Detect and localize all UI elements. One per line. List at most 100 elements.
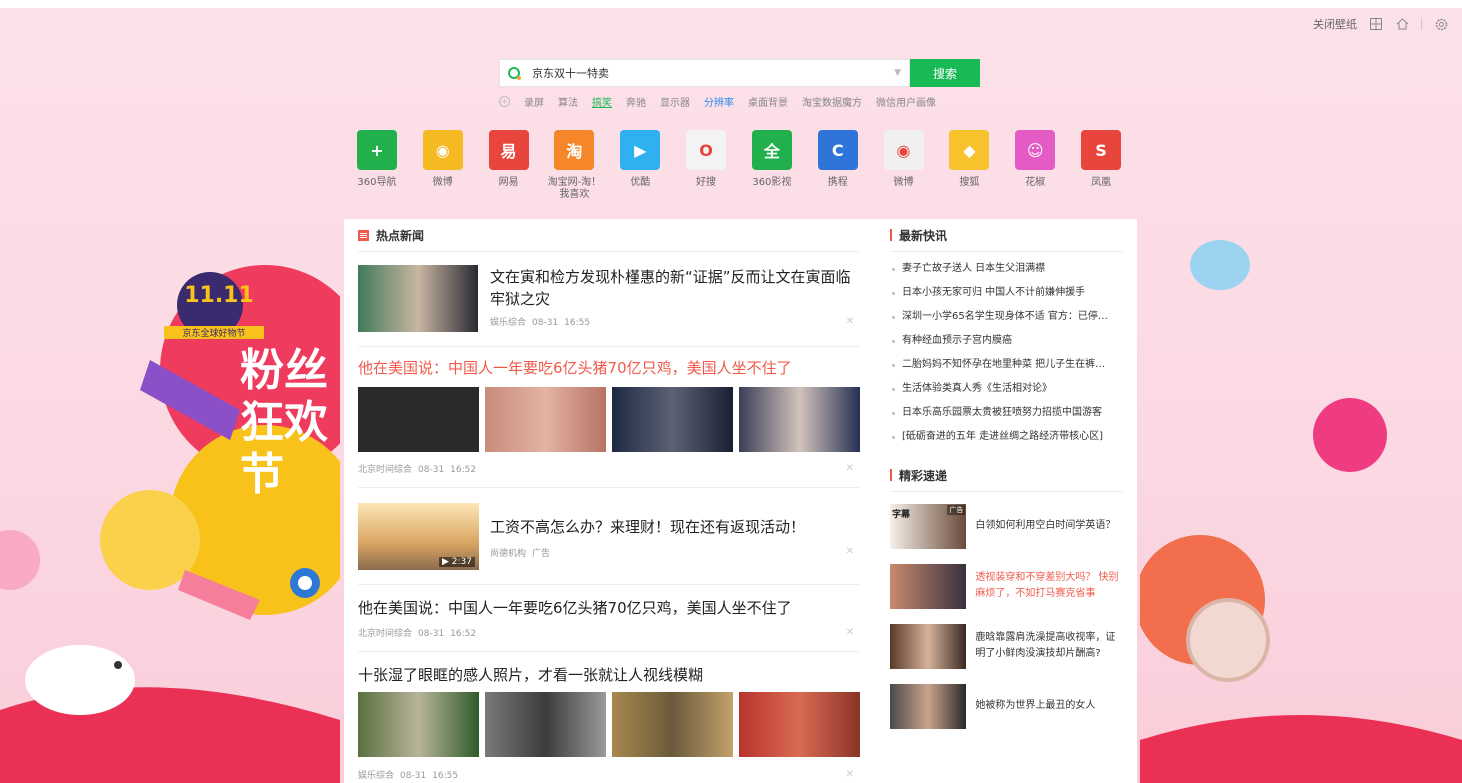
- ad-news-item[interactable]: ▶ 2:37 工资不高怎么办？来理财！现在还有返现活动！ 尚德机构 广告 ✕: [358, 488, 860, 585]
- sohu-icon[interactable]: ◆: [949, 130, 990, 170]
- plus-circle-icon[interactable]: +: [356, 130, 397, 170]
- promo-thumbnail[interactable]: [890, 623, 967, 669]
- netease-icon[interactable]: 易: [488, 130, 529, 170]
- news-thumbnail[interactable]: [358, 265, 478, 332]
- quick-news-item[interactable]: 日本乐高乐园票太贵被狂喷努力招揽中国游客: [890, 401, 1124, 425]
- promo-thumbnail[interactable]: 字幕 广告: [890, 503, 967, 549]
- hot-word[interactable]: 算法: [558, 94, 578, 109]
- site-shortcut[interactable]: S 凤凰: [1068, 130, 1134, 201]
- site-label[interactable]: 花椒: [1004, 177, 1066, 189]
- quick-news-item[interactable]: 妻子亡故子送人 日本生父泪满襟: [890, 257, 1124, 281]
- close-wallpaper-link[interactable]: 关闭壁纸: [1313, 16, 1357, 32]
- dismiss-icon[interactable]: ✕: [846, 316, 854, 327]
- site-label[interactable]: 携程: [807, 177, 869, 189]
- site-label[interactable]: 360影视: [741, 177, 803, 189]
- news-image-1[interactable]: [358, 387, 479, 452]
- promo-text[interactable]: 白领如何利用空白时间学英语？: [975, 518, 1124, 534]
- news-title[interactable]: 他在美国说：中国人一年要吃6亿头猪70亿只鸡，美国人坐不住了: [358, 357, 792, 378]
- promo-thumbnail[interactable]: [890, 563, 967, 609]
- search-input[interactable]: 京东双十一特卖 ▼: [499, 59, 910, 87]
- hot-word[interactable]: 桌面背景: [748, 94, 788, 109]
- site-label[interactable]: 搜狐: [938, 177, 1000, 189]
- site-label[interactable]: 好搜: [675, 177, 737, 189]
- site-shortcut[interactable]: ◆ 搜狐: [936, 130, 1002, 201]
- site-shortcut[interactable]: +360导航: [344, 130, 410, 201]
- haosou-icon[interactable]: O: [686, 130, 727, 170]
- quick-news-item[interactable]: 深圳一小学65名学生现身体不适 官方：已停…: [890, 305, 1124, 329]
- site-shortcut[interactable]: C 携程: [805, 130, 871, 201]
- promo-thumbnail[interactable]: [890, 683, 967, 729]
- ifeng-icon[interactable]: S: [1081, 130, 1122, 170]
- video-thumbnail[interactable]: ▶ 2:37: [358, 503, 479, 570]
- hot-word[interactable]: 淘宝数据魔方: [802, 94, 862, 109]
- site-label[interactable]: 凤凰: [1070, 177, 1132, 189]
- news-item[interactable]: 十张湿了眼眶的感人照片，才看一张就让人视线模糊 娱乐综合 08-31 16:55 ✕: [358, 652, 860, 782]
- news-title[interactable]: 他在美国说：中国人一年要吃6亿头猪70亿只鸡，美国人坐不住了: [358, 597, 792, 619]
- news-item[interactable]: 文在寅和检方发现朴槿惠的新“证据”反而让文在寅面临牢狱之灾 娱乐综合 08-31 1…: [358, 252, 860, 347]
- news-image-1[interactable]: [358, 692, 479, 757]
- hot-word[interactable]: 微信用户画像: [876, 94, 936, 109]
- dropdown-caret-icon[interactable]: ▼: [894, 68, 901, 78]
- youku-icon[interactable]: ▶: [620, 130, 661, 170]
- weibo-icon[interactable]: ◉: [422, 130, 463, 170]
- site-shortcut[interactable]: O 好搜: [673, 130, 739, 201]
- promo-item[interactable]: 鹿晗靠露肩洗澡提高收视率，证明了小鲜肉没演技却片酬高?: [890, 616, 1124, 676]
- site-label[interactable]: 微博: [873, 177, 935, 189]
- site-label[interactable]: 优酷: [609, 177, 671, 189]
- promo-item[interactable]: 透视装穿和不穿差别大吗？ 快别麻烦了，不如打马赛克省事: [890, 556, 1124, 616]
- hot-word[interactable]: 录屏: [524, 94, 544, 109]
- quick-news-item[interactable]: 生活体验类真人秀《生活相对论》: [890, 377, 1124, 401]
- promo-text[interactable]: 她被称为世界上最丑的女人: [975, 698, 1124, 714]
- news-image-4[interactable]: [739, 692, 860, 757]
- dismiss-icon[interactable]: ✕: [846, 546, 854, 557]
- news-image-2[interactable]: [485, 692, 606, 757]
- promo-item[interactable]: 字幕 广告 白领如何利用空白时间学英语？: [890, 496, 1124, 556]
- promo-text[interactable]: 鹿晗靠露肩洗澡提高收视率，证明了小鲜肉没演技却片酬高?: [975, 630, 1124, 662]
- promo-text[interactable]: 透视装穿和不穿差别大吗？ 快别麻烦了，不如打马赛克省事: [975, 570, 1124, 602]
- site-shortcut[interactable]: 易网易: [476, 130, 542, 201]
- dismiss-icon[interactable]: ✕: [846, 769, 854, 780]
- grid-icon[interactable]: [1369, 17, 1383, 31]
- 360-video-icon[interactable]: 全: [751, 130, 792, 170]
- news-title[interactable]: 文在寅和检方发现朴槿惠的新“证据”反而让文在寅面临牢狱之灾: [490, 266, 860, 310]
- add-hot-word-icon[interactable]: +: [499, 96, 510, 107]
- site-shortcut[interactable]: ◉ 微博: [871, 130, 937, 201]
- search-button[interactable]: 搜索: [910, 59, 980, 87]
- news-image-3[interactable]: [612, 387, 733, 452]
- site-shortcut[interactable]: ▶ 优酷: [607, 130, 673, 201]
- hot-word[interactable]: 分辨率: [704, 94, 734, 109]
- quick-news-item[interactable]: 有种经血预示子宫内膜癌: [890, 329, 1124, 353]
- site-shortcut[interactable]: ◉ 微博: [410, 130, 476, 201]
- dismiss-icon[interactable]: ✕: [846, 463, 854, 474]
- news-item[interactable]: 他在美国说：中国人一年要吃6亿头猪70亿只鸡，美国人坐不住了 北京时间综合 08-…: [358, 347, 860, 488]
- huajiao-icon[interactable]: ☺: [1015, 130, 1056, 170]
- taobao-icon[interactable]: 淘: [554, 130, 595, 170]
- site-label[interactable]: 淘宝网-淘！我喜欢: [543, 177, 605, 201]
- dismiss-icon[interactable]: ✕: [846, 627, 854, 638]
- promo-item[interactable]: 她被称为世界上最丑的女人: [890, 676, 1124, 736]
- site-label[interactable]: 微博: [412, 177, 474, 189]
- weibo-icon[interactable]: ◉: [883, 130, 924, 170]
- site-shortcut[interactable]: ☺ 花椒: [1002, 130, 1068, 201]
- hot-word[interactable]: 搞笑: [592, 94, 612, 109]
- banner-slogan: 粉丝狂欢节: [240, 345, 328, 500]
- quick-news-item[interactable]: 二胎妈妈不知怀孕在地里种菜 把儿子生在裤…: [890, 353, 1124, 377]
- site-shortcut[interactable]: 全 360影视: [739, 130, 805, 201]
- site-label[interactable]: 网易: [478, 177, 540, 189]
- hot-word[interactable]: 奔驰: [626, 94, 646, 109]
- news-title[interactable]: 十张湿了眼眶的感人照片，才看一张就让人视线模糊: [358, 664, 703, 686]
- quick-news-item[interactable]: 日本小孩无家可归 中国人不计前嫌伸援手: [890, 281, 1124, 305]
- home-icon[interactable]: [1395, 17, 1409, 31]
- ctrip-icon[interactable]: C: [817, 130, 858, 170]
- news-image-2[interactable]: [485, 387, 606, 452]
- quick-news-item[interactable]: [砥砺奋进的五年 走进丝绸之路经济带核心区]: [890, 425, 1124, 449]
- hot-word[interactable]: 显示器: [660, 94, 690, 109]
- settings-gear-icon[interactable]: [1434, 17, 1448, 31]
- site-label[interactable]: 360导航: [346, 177, 408, 189]
- news-image-4[interactable]: [739, 387, 860, 452]
- site-shortcuts: +360导航 ◉ 微博易网易淘淘宝网-淘！我喜欢 ▶ 优酷 O 好搜全 360影视 C 携程 ◉ 微博…: [344, 130, 1134, 201]
- news-item[interactable]: 他在美国说：中国人一年要吃6亿头猪70亿只鸡，美国人坐不住了 北京时间综合 08-…: [358, 585, 860, 652]
- news-image-3[interactable]: [612, 692, 733, 757]
- site-shortcut[interactable]: 淘淘宝网-淘！我喜欢: [541, 130, 607, 201]
- news-title[interactable]: 工资不高怎么办？来理财！现在还有返现活动！: [490, 516, 860, 538]
